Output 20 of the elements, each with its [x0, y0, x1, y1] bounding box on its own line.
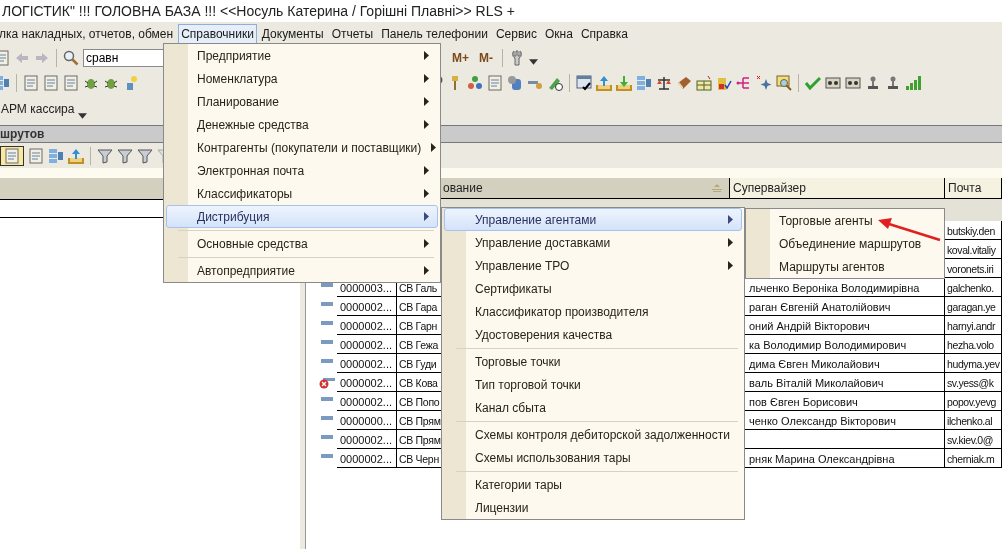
table-cell: 0000002... [337, 297, 397, 316]
table-cell: cherniak.m [945, 449, 1002, 468]
table-cell: ilchenko.al [945, 411, 1002, 430]
table-cell: 0000000... [337, 411, 397, 430]
table-cell: 0000002... [337, 316, 397, 335]
table-cell: 0000002... [337, 354, 397, 373]
table-cell: hezha.volo [945, 335, 1002, 354]
table-cell: popov.yevg [945, 392, 1002, 411]
table-cell: hudyma.yev [945, 354, 1002, 373]
table-cell: 0000002... [337, 373, 397, 392]
table-cell: 0000002... [337, 430, 397, 449]
table-cell: 0000002... [337, 335, 397, 354]
table-cell: harnyi.andr [945, 316, 1002, 335]
table-cell: sv.kiev.0@ [945, 430, 1002, 449]
table-cell: sv.yess@k [945, 373, 1002, 392]
window-title: ЛОГІСТИК" !!! ГОЛОВНА БАЗА !!! <<Носуль Катерина / Горішні Плавні>> RLS + [0, 0, 1002, 22]
table-cell: garagan.ye [945, 297, 1002, 316]
table-cell: 0000002... [337, 392, 397, 411]
table-cell: galchenko. [945, 278, 1002, 297]
table-cell: 0000002... [337, 449, 397, 468]
